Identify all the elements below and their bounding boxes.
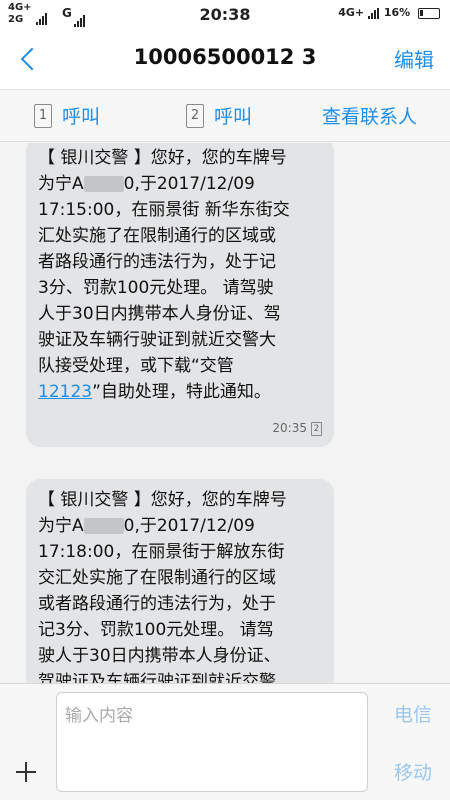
message-input[interactable] xyxy=(56,692,368,792)
view-contact-button[interactable]: 查看联系人 xyxy=(322,102,417,130)
status-bar: 4G+ 2G G 20:38 4G+ 16% xyxy=(0,0,450,30)
message-line: 或者路段通行的违法行为，处于 xyxy=(38,594,276,614)
message-text: ”自助处理，特此通知。 xyxy=(92,382,271,402)
message-text: 为宁A xyxy=(38,174,84,194)
signal-icon-3 xyxy=(367,6,380,19)
action-bar: 1 呼叫 2 呼叫 查看联系人 xyxy=(0,90,450,142)
message-time: 20:35 xyxy=(272,421,307,435)
message-line: 17:18:00，在丽景街于解放东街 xyxy=(38,542,285,562)
message-line: 12123”自助处理，特此通知。 xyxy=(38,379,324,405)
message-line: 驶人于30日内携带本人身份证、 xyxy=(38,646,281,666)
call-sim1-button[interactable]: 1 呼叫 xyxy=(34,102,100,130)
redacted-plate xyxy=(83,176,124,192)
plus-icon[interactable] xyxy=(14,760,38,784)
sim-card-icon: 2 xyxy=(311,421,322,436)
send-telecom-button[interactable]: 电信 xyxy=(394,700,432,727)
message-line: 驶证及车辆行驶证到就近交警大 xyxy=(38,330,276,350)
message-bubble[interactable]: 【 银川交警 】您好，您的车牌号 为宁A 0,于2017/12/09 17:18:… xyxy=(26,479,334,683)
network-type-right: 4G+ xyxy=(338,6,365,19)
call-label: 呼叫 xyxy=(62,106,101,128)
battery-percent: 16% xyxy=(383,6,411,19)
message-line: 3分、罚款100元处理。 请驾驶 xyxy=(38,278,274,298)
sim-card-icon: 2 xyxy=(186,103,204,128)
conversation-header: 10006500012 3 编辑 xyxy=(0,30,450,90)
redacted-plate xyxy=(83,518,124,534)
message-line: 驾驶证及车辆行驶证到就近交警 xyxy=(38,672,276,683)
message-line: 记3分、罚款100元处理。 请驾 xyxy=(38,620,274,640)
message-line: 为宁A 0,于2017/12/09 xyxy=(38,171,324,197)
edit-button[interactable]: 编辑 xyxy=(394,44,434,73)
contact-number: 10006500012 3 xyxy=(133,45,317,69)
message-line: 人于30日内携带本人身份证、驾 xyxy=(38,304,281,324)
message-list[interactable]: 【 银川交警 】您好，您的车牌号 为宁A 0,于2017/12/09 17:15:… xyxy=(0,143,450,683)
message-line: 者路段通行的违法行为，处于记 xyxy=(38,252,276,272)
sim-card-icon: 1 xyxy=(34,103,52,128)
app-link[interactable]: 12123 xyxy=(38,382,92,402)
message-line: 17:15:00，在丽景街 新华东街交 xyxy=(38,200,290,220)
message-text: 为宁A xyxy=(38,516,84,536)
message-line: 交汇处实施了在限制通行的区域 xyxy=(38,568,276,588)
message-bubble[interactable]: 【 银川交警 】您好，您的车牌号 为宁A 0,于2017/12/09 17:15:… xyxy=(26,143,334,447)
composer: 电信 移动 xyxy=(0,683,450,800)
status-right: 4G+ 16% xyxy=(338,6,440,19)
call-sim2-button[interactable]: 2 呼叫 xyxy=(186,102,252,130)
message-text: 0,于2017/12/09 xyxy=(123,174,255,194)
message-line: 为宁A 0,于2017/12/09 xyxy=(38,513,324,539)
message-meta: 20:35 2 xyxy=(272,415,322,441)
message-line: 队接受处理，或下载“交管 xyxy=(38,356,234,376)
message-line: 汇处实施了在限制通行的区域或 xyxy=(38,226,276,246)
message-text: 0,于2017/12/09 xyxy=(123,516,255,536)
battery-icon xyxy=(418,7,440,19)
send-mobile-button[interactable]: 移动 xyxy=(394,758,432,785)
message-line: 【 银川交警 】您好，您的车牌号 xyxy=(38,490,287,510)
message-line: 【 银川交警 】您好，您的车牌号 xyxy=(38,148,287,168)
call-label: 呼叫 xyxy=(214,106,253,128)
